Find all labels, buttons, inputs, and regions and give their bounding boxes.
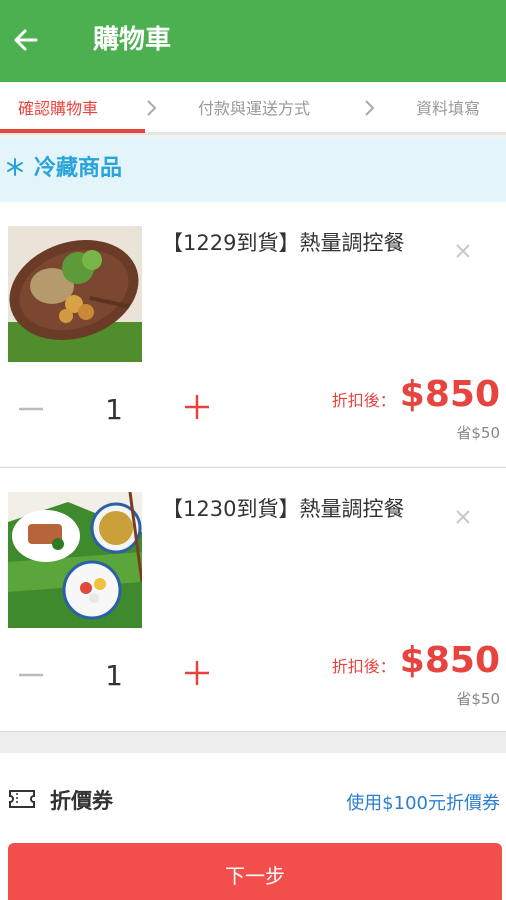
use-coupon-link[interactable]: 使用$100元折價券 bbox=[346, 789, 500, 815]
snowflake-icon bbox=[7, 158, 23, 176]
app-bar: 購物車 bbox=[0, 0, 506, 82]
product-name[interactable]: 【1229到貨】熱量調控餐 bbox=[162, 228, 412, 259]
discounted-price: $850 bbox=[399, 640, 500, 681]
increase-quantity-button[interactable] bbox=[182, 392, 212, 422]
coupon-row[interactable]: 折價券 使用$100元折價券 bbox=[0, 753, 506, 833]
chevron-right-icon bbox=[365, 100, 375, 116]
product-image[interactable] bbox=[8, 492, 142, 628]
section-title: 冷藏商品 bbox=[34, 156, 123, 181]
active-step-indicator bbox=[0, 129, 145, 133]
decrease-quantity-button[interactable] bbox=[16, 394, 46, 424]
section-divider bbox=[0, 731, 506, 753]
increase-quantity-button[interactable] bbox=[182, 658, 212, 688]
ticket-icon bbox=[9, 790, 35, 808]
quantity-value: 1 bbox=[105, 393, 123, 426]
section-header-chilled: 冷藏商品 bbox=[0, 138, 506, 202]
price-row: 折扣後： $850 bbox=[332, 640, 500, 681]
step-confirm-cart[interactable]: 確認購物車 bbox=[18, 82, 98, 135]
step-fill-info[interactable]: 資料填寫 bbox=[416, 82, 480, 135]
quantity-value: 1 bbox=[105, 659, 123, 692]
checkout-steps: 確認購物車 付款與運送方式 資料填寫 bbox=[0, 82, 506, 135]
page-title: 購物車 bbox=[93, 25, 172, 55]
bottom-bar: 下一步 bbox=[0, 833, 506, 900]
price-row: 折扣後： $850 bbox=[332, 374, 500, 415]
savings-text: 省$50 bbox=[456, 690, 500, 708]
coupon-title: 折價券 bbox=[50, 789, 113, 813]
decrease-quantity-button[interactable] bbox=[16, 660, 46, 690]
back-arrow-icon[interactable] bbox=[10, 24, 42, 56]
next-step-button[interactable]: 下一步 bbox=[8, 843, 502, 900]
chevron-right-icon bbox=[147, 100, 157, 116]
discount-label: 折扣後： bbox=[331, 391, 396, 410]
close-icon[interactable] bbox=[454, 242, 472, 260]
discount-label: 折扣後： bbox=[331, 657, 396, 676]
product-image[interactable] bbox=[8, 226, 142, 362]
close-icon[interactable] bbox=[454, 508, 472, 526]
savings-text: 省$50 bbox=[456, 424, 500, 442]
cart-item: 【1229到貨】熱量調控餐 1 折扣後： $850 省$50 bbox=[0, 202, 506, 466]
product-name[interactable]: 【1230到貨】熱量調控餐 bbox=[162, 494, 412, 525]
cart-item: 【1230到貨】熱量調控餐 1 折扣後： $850 省$50 bbox=[0, 467, 506, 731]
cart-screen: 購物車 確認購物車 付款與運送方式 資料填寫 冷藏商品 【1229到貨】熱量調控… bbox=[0, 0, 506, 900]
step-payment-shipping[interactable]: 付款與運送方式 bbox=[198, 82, 310, 135]
discounted-price: $850 bbox=[399, 374, 500, 415]
